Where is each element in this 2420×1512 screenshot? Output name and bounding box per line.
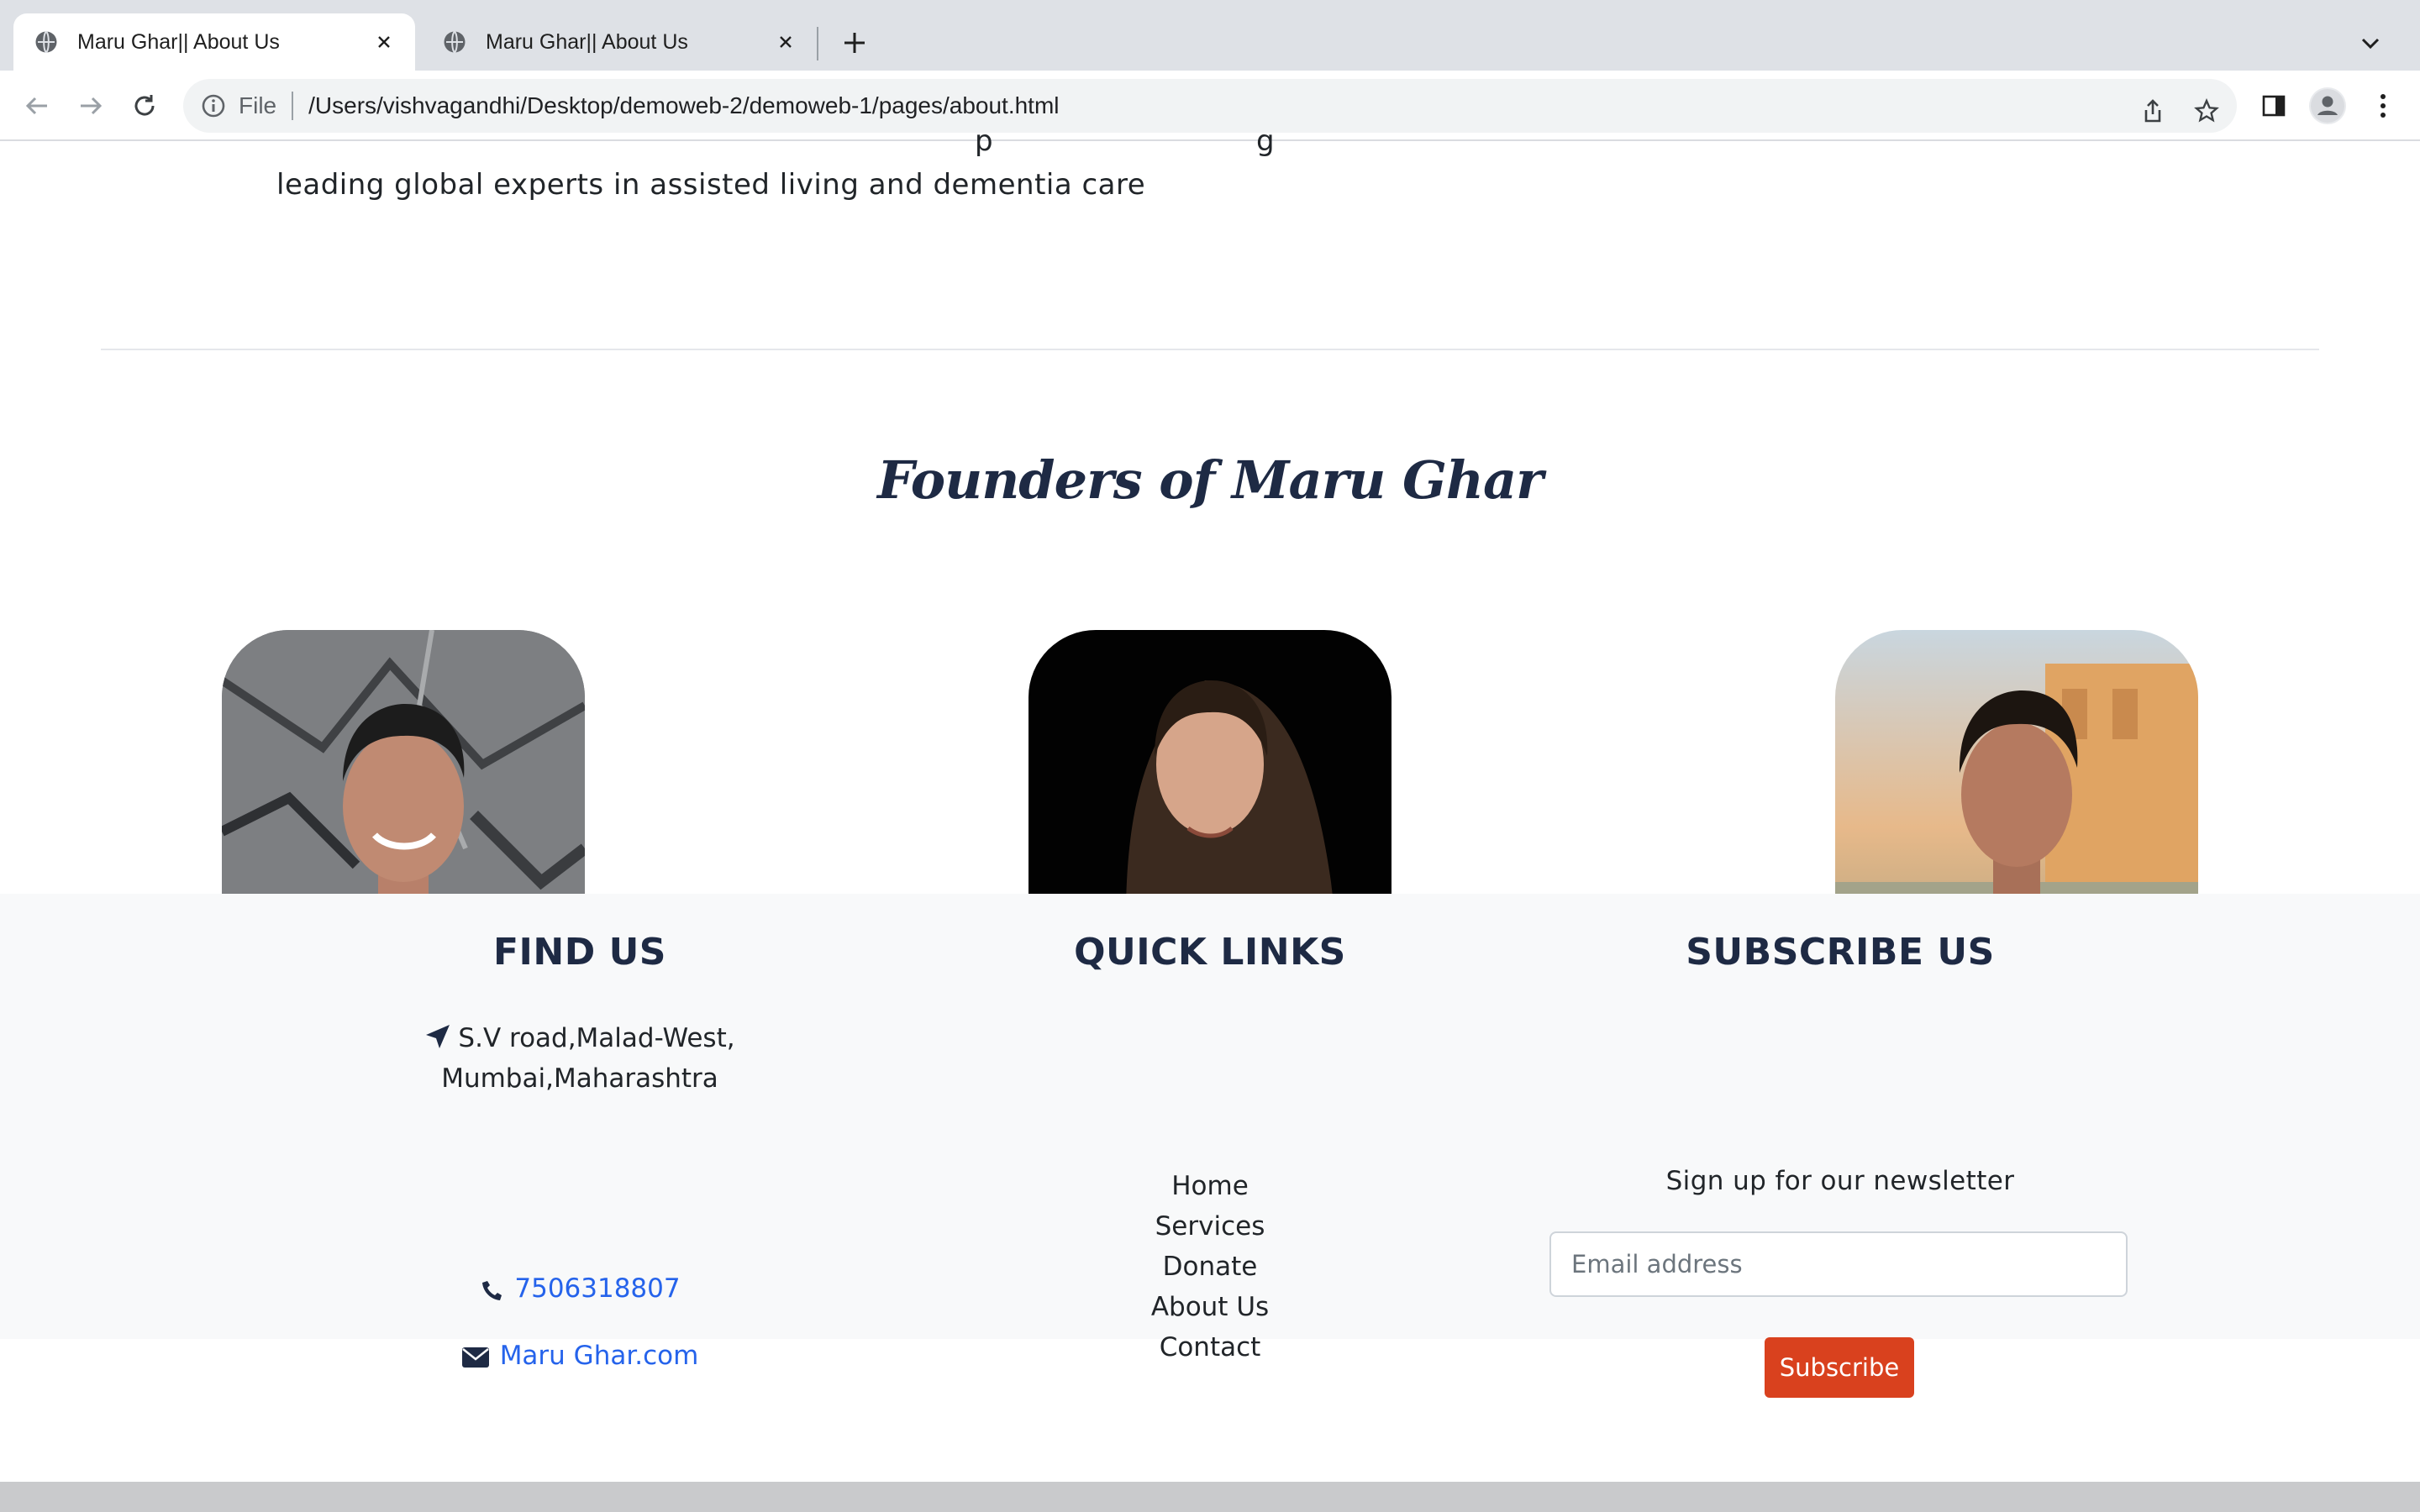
quick-link-services[interactable]: Services bbox=[1042, 1206, 1378, 1247]
bookmark-star-icon[interactable] bbox=[2188, 92, 2225, 129]
browser-tab-inactive[interactable]: Maru Ghar|| About Us bbox=[422, 13, 817, 71]
browser-tab-strip: Maru Ghar|| About Us Maru Ghar|| About U… bbox=[0, 0, 2420, 71]
address-divider bbox=[292, 92, 294, 120]
side-panel-icon[interactable] bbox=[2255, 87, 2292, 124]
address-line-1: S.V road,Malad-West, bbox=[458, 1023, 735, 1053]
subscribe-heading: SUBSCRIBE US bbox=[1686, 931, 1995, 974]
founders-heading: Founders of Maru Ghar bbox=[877, 449, 1544, 511]
phone-icon bbox=[482, 1280, 502, 1300]
quick-links-list: Home Services Donate About Us Contact bbox=[1042, 1166, 1378, 1368]
forward-arrow-icon[interactable] bbox=[72, 87, 109, 124]
address-scheme-label: File bbox=[239, 92, 277, 118]
close-tab-icon[interactable] bbox=[373, 31, 395, 53]
phone-row: 7506318807 bbox=[353, 1273, 807, 1304]
newsletter-text: Sign up for our newsletter bbox=[1665, 1166, 2015, 1196]
email-row: Maru Ghar.com bbox=[353, 1341, 807, 1371]
newsletter-email-input[interactable] bbox=[1549, 1231, 2128, 1297]
section-divider bbox=[101, 349, 2319, 350]
bottom-overscroll-band bbox=[0, 1482, 2420, 1512]
find-us-address: S.V road,Malad-West, Mumbai,Maharashtra bbox=[353, 1018, 807, 1099]
envelope-icon bbox=[461, 1347, 489, 1368]
quick-links-heading: QUICK LINKS bbox=[1074, 931, 1346, 974]
globe-icon bbox=[35, 30, 57, 54]
address-line-2: Mumbai,Maharashtra bbox=[441, 1063, 718, 1094]
quick-link-contact[interactable]: Contact bbox=[1042, 1327, 1378, 1368]
tab-title: Maru Ghar|| About Us bbox=[486, 29, 688, 54]
tab-search-chevron-icon[interactable] bbox=[2353, 25, 2388, 60]
location-arrow-icon bbox=[426, 1025, 450, 1048]
quick-link-about-us[interactable]: About Us bbox=[1042, 1287, 1378, 1327]
subscribe-button[interactable]: Subscribe bbox=[1765, 1337, 1914, 1398]
about-intro-text: leading global experts in assisted livin… bbox=[276, 168, 1146, 202]
profile-avatar-icon[interactable] bbox=[2309, 87, 2346, 124]
tab-separator bbox=[817, 27, 818, 60]
reload-icon[interactable] bbox=[126, 87, 163, 124]
share-icon[interactable] bbox=[2134, 92, 2171, 129]
more-menu-icon[interactable] bbox=[2365, 87, 2402, 124]
phone-link[interactable]: 7506318807 bbox=[514, 1273, 680, 1304]
quick-link-donate[interactable]: Donate bbox=[1042, 1247, 1378, 1287]
close-tab-icon[interactable] bbox=[775, 31, 797, 53]
new-tab-plus-icon[interactable] bbox=[837, 25, 872, 60]
browser-tab-active[interactable]: Maru Ghar|| About Us bbox=[13, 13, 415, 71]
address-url[interactable]: /Users/vishvagandhi/Desktop/demoweb-2/de… bbox=[308, 92, 1059, 119]
globe-icon bbox=[444, 30, 466, 54]
info-icon[interactable] bbox=[200, 92, 227, 119]
quick-link-home[interactable]: Home bbox=[1042, 1166, 1378, 1206]
tab-title: Maru Ghar|| About Us bbox=[77, 29, 280, 54]
find-us-heading: FIND US bbox=[492, 931, 666, 974]
back-arrow-icon[interactable] bbox=[18, 87, 55, 124]
truncated-previous-line: p g bbox=[975, 124, 1275, 158]
email-link[interactable]: Maru Ghar.com bbox=[500, 1341, 699, 1371]
